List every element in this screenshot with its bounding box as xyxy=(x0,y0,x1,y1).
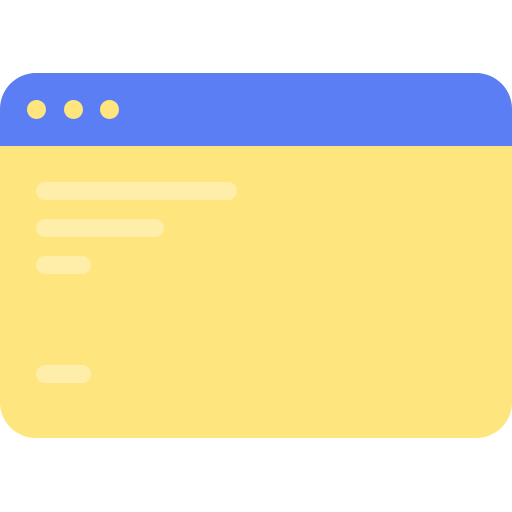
window-dot-icon-1 xyxy=(27,100,46,119)
window-dot-icon-2 xyxy=(64,100,83,119)
illustration-canvas xyxy=(0,0,512,512)
placeholder-line-1 xyxy=(36,182,237,200)
placeholder-line-4 xyxy=(36,365,91,383)
browser-window xyxy=(0,73,512,438)
window-dot-icon-3 xyxy=(100,100,119,119)
placeholder-line-3 xyxy=(36,256,91,274)
placeholder-line-2 xyxy=(36,219,164,237)
title-bar xyxy=(0,73,512,146)
